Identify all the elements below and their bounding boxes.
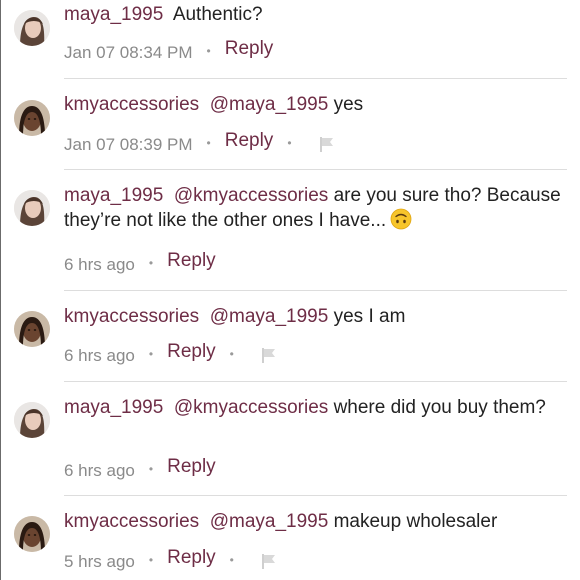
comment-body: kmyaccessories @maya_1995 yes: [64, 93, 564, 117]
comment-mention[interactable]: @kmyaccessories: [174, 185, 328, 206]
dot-separator-icon: •: [148, 256, 154, 270]
dot-separator-icon: •: [229, 553, 234, 567]
avatar-maya[interactable]: [14, 10, 50, 46]
reply-button[interactable]: Reply: [167, 456, 216, 478]
comment-text: where did you buy them?: [333, 397, 546, 418]
avatar-kmy[interactable]: [14, 516, 50, 552]
dot-separator-icon: •: [148, 553, 154, 567]
comment-username[interactable]: kmyaccessories: [64, 306, 199, 327]
comment-timestamp: 5 hrs ago: [64, 552, 135, 571]
comment-meta: Jan 07 08:34 PM • Reply: [64, 38, 274, 65]
reply-button[interactable]: Reply: [167, 547, 216, 569]
avatar-maya[interactable]: [14, 190, 50, 226]
comment-body: maya_1995 @kmyaccessories are you sure t…: [64, 184, 564, 233]
comment-meta: Jan 07 08:39 PM • Reply •: [64, 130, 336, 158]
avatar-kmy[interactable]: [14, 100, 50, 136]
comment-mention[interactable]: @kmyaccessories: [174, 397, 328, 418]
comment-timestamp: 6 hrs ago: [64, 461, 135, 480]
comment-meta: 6 hrs ago • Reply •: [64, 341, 278, 369]
comment-mention[interactable]: @maya_1995: [210, 94, 329, 115]
reply-button[interactable]: Reply: [225, 38, 274, 60]
flag-icon[interactable]: [260, 346, 278, 369]
comment-divider: [64, 78, 567, 79]
comment-meta: 6 hrs ago • Reply: [64, 456, 216, 483]
comment-timestamp: 6 hrs ago: [64, 255, 135, 274]
comment-body: kmyaccessories @maya_1995 makeup wholesa…: [64, 510, 564, 534]
dot-separator-icon: •: [148, 462, 154, 476]
comment-divider: [64, 381, 567, 382]
reply-button[interactable]: Reply: [167, 341, 216, 363]
comment-username[interactable]: maya_1995: [64, 397, 163, 418]
comment-mention[interactable]: @maya_1995: [210, 306, 329, 327]
comment-meta: 6 hrs ago • Reply: [64, 250, 216, 277]
reply-button[interactable]: Reply: [167, 250, 216, 272]
comment-mention[interactable]: @maya_1995: [210, 511, 329, 532]
flag-icon[interactable]: [260, 552, 278, 575]
comment-username[interactable]: kmyaccessories: [64, 511, 199, 532]
comment-meta: 5 hrs ago • Reply •: [64, 547, 278, 575]
comment-body: maya_1995 @kmyaccessories where did you …: [64, 396, 564, 420]
comment-text: yes I am: [333, 306, 406, 327]
comment-username[interactable]: maya_1995: [64, 185, 163, 206]
comment-timestamp: Jan 07 08:34 PM: [64, 43, 193, 62]
comment-username[interactable]: kmyaccessories: [64, 94, 199, 115]
dot-separator-icon: •: [206, 136, 211, 150]
dot-separator-icon: •: [148, 347, 154, 361]
comment-divider: [64, 495, 567, 496]
comment-text: Authentic?: [172, 4, 263, 25]
comment-divider: [64, 169, 567, 170]
comment-text: makeup wholesaler: [333, 511, 498, 532]
upside-down-face-emoji-icon: [390, 208, 412, 230]
comment-body: kmyaccessories @maya_1995 yes I am: [64, 305, 564, 329]
comment-text: yes: [333, 94, 364, 115]
comment-timestamp: 6 hrs ago: [64, 346, 135, 365]
comment-body: maya_1995 Authentic?: [64, 3, 564, 27]
dot-separator-icon: •: [229, 347, 234, 361]
comment-username[interactable]: maya_1995: [64, 4, 163, 25]
avatar-maya[interactable]: [14, 402, 50, 438]
dot-separator-icon: •: [287, 136, 292, 150]
dot-separator-icon: •: [206, 44, 211, 58]
flag-icon[interactable]: [318, 135, 336, 158]
comment-timestamp: Jan 07 08:39 PM: [64, 135, 193, 154]
reply-button[interactable]: Reply: [225, 130, 274, 152]
comment-divider: [64, 290, 567, 291]
left-edge-border: [0, 0, 1, 580]
avatar-kmy[interactable]: [14, 311, 50, 347]
